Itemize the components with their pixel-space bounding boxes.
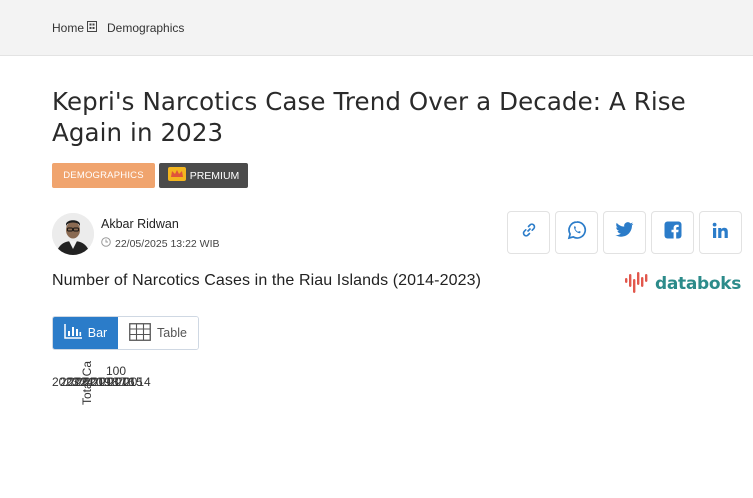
top-bar: Home Demographics: [0, 0, 753, 56]
breadcrumb-home[interactable]: Home: [52, 21, 84, 35]
chart-view-toggle: Bar Table: [52, 316, 199, 350]
linkedin-icon: [712, 222, 729, 244]
databoks-logo-text: databoks: [655, 274, 742, 294]
breadcrumb-separator-icon: [87, 20, 98, 32]
premium-label: PREMIUM: [189, 169, 240, 182]
breadcrumb-demographics[interactable]: Demographics: [107, 21, 184, 35]
chart-area: 2023202220212020201920182017201620152014…: [52, 361, 151, 405]
publish-date: 22/05/2025 13:22 WIB: [101, 237, 220, 250]
x-tick-label: 2014: [124, 375, 151, 389]
author-name[interactable]: Akbar Ridwan: [101, 217, 179, 231]
y-axis-label: Total Ca: [80, 361, 94, 405]
y-tick-label: 100: [106, 364, 126, 378]
breadcrumb: Home Demographics: [52, 20, 184, 35]
databoks-logo[interactable]: databoks: [625, 270, 743, 298]
crown-icon: [167, 167, 186, 184]
share-linkedin-button[interactable]: [699, 211, 742, 254]
databoks-logo-icon: [625, 270, 651, 299]
page-title: Kepri's Narcotics Case Trend Over a Deca…: [52, 87, 686, 147]
table-view-button[interactable]: Table: [118, 317, 198, 349]
date-text: 22/05/2025 13:22 WIB: [115, 237, 220, 250]
clock-icon: [101, 237, 111, 250]
link-icon: [520, 221, 538, 244]
facebook-icon: [664, 221, 682, 244]
share-facebook-button[interactable]: [651, 211, 694, 254]
category-badge[interactable]: DEMOGRAPHICS: [52, 163, 155, 188]
copy-link-button[interactable]: [507, 211, 550, 254]
table-icon: [129, 322, 151, 344]
share-whatsapp-button[interactable]: [555, 211, 598, 254]
twitter-icon: [615, 222, 634, 243]
premium-badge: PREMIUM: [159, 163, 248, 188]
table-view-label: Table: [157, 326, 187, 340]
author-avatar[interactable]: [52, 213, 94, 255]
chart-title: Number of Narcotics Cases in the Riau Is…: [52, 272, 482, 289]
bar-view-button[interactable]: Bar: [53, 317, 118, 349]
share-twitter-button[interactable]: [603, 211, 646, 254]
bar-view-label: Bar: [87, 326, 108, 340]
bar-chart-icon: [64, 324, 82, 342]
whatsapp-icon: [567, 220, 587, 245]
